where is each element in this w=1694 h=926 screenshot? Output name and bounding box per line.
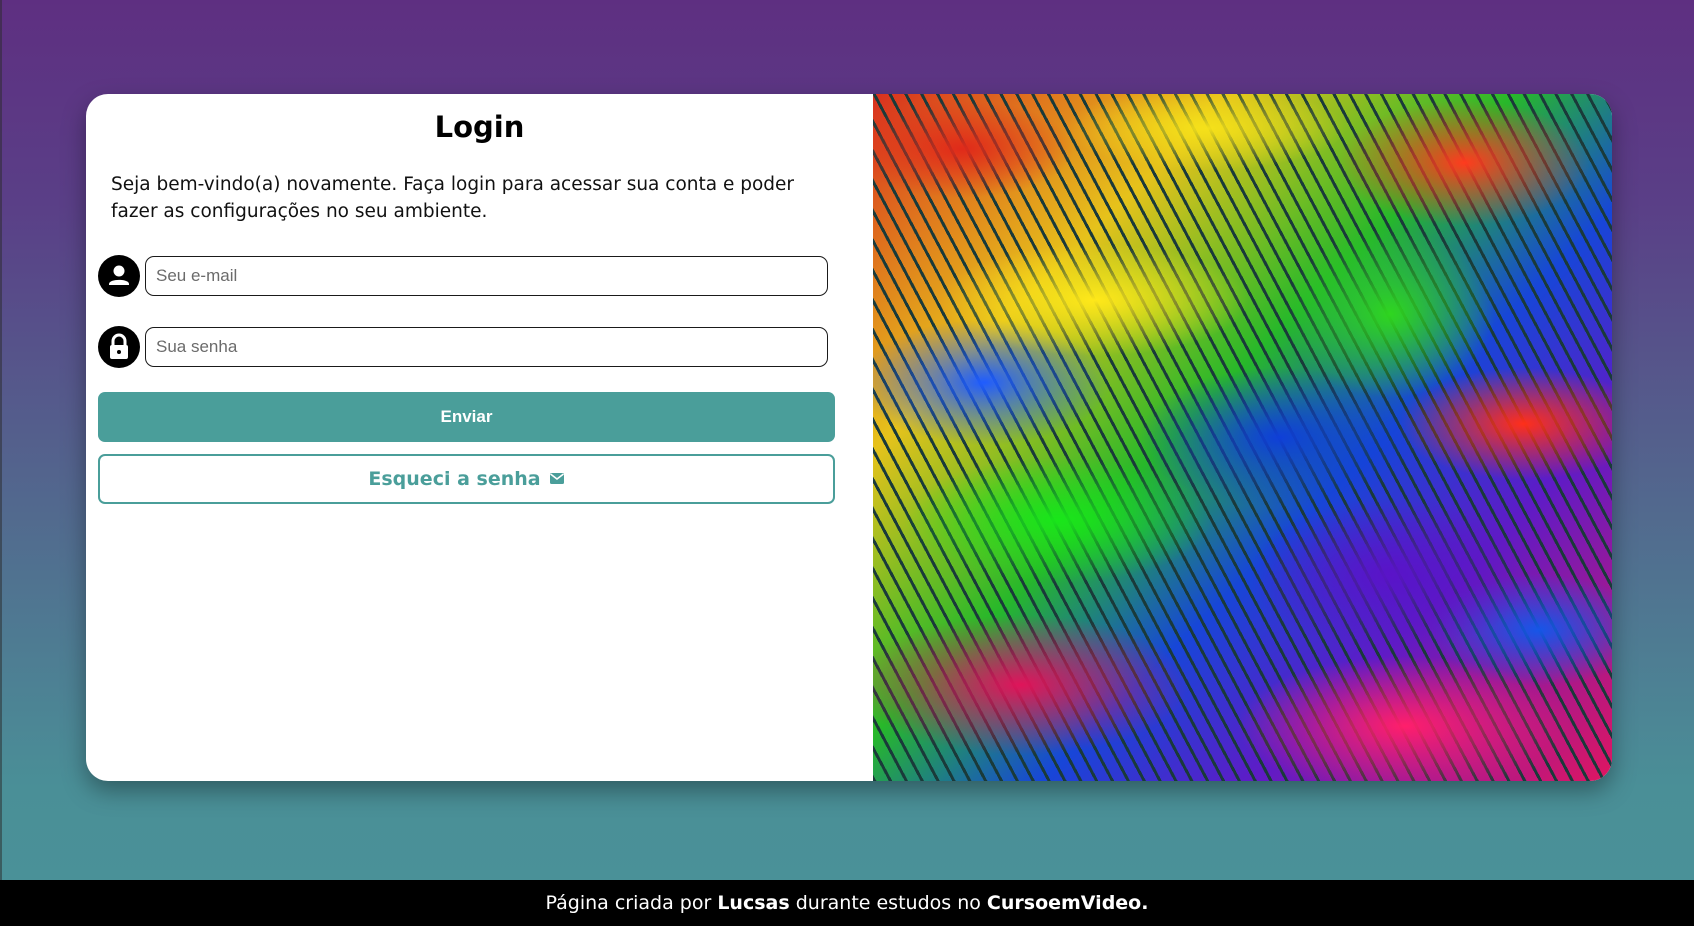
footer-author: Lucsas	[717, 892, 790, 914]
page-title: Login	[434, 110, 525, 144]
password-row	[98, 325, 838, 369]
password-input[interactable]	[145, 327, 828, 367]
forgot-password-button[interactable]: Esqueci a senha	[98, 454, 835, 504]
login-card: Login Seja bem-vindo(a) novamente. Faça …	[86, 94, 1612, 781]
welcome-text: Seja bem-vindo(a) novamente. Faça login …	[111, 174, 795, 222]
send-button[interactable]: Enviar	[98, 392, 835, 442]
email-row	[98, 254, 838, 298]
abstract-artwork-image	[873, 94, 1612, 781]
page-footer: Página criada por Lucsas durante estudos…	[0, 880, 1694, 926]
person-icon	[98, 255, 140, 297]
footer-middle: durante estudos no	[795, 892, 981, 914]
login-panel: Login Seja bem-vindo(a) novamente. Faça …	[86, 94, 873, 781]
footer-course: CursoemVideo.	[986, 892, 1149, 914]
email-input[interactable]	[145, 256, 828, 296]
window-edge	[0, 0, 2, 926]
footer-prefix: Página criada por	[545, 892, 712, 914]
forgot-password-label: Esqueci a senha	[368, 468, 541, 490]
mail-icon	[549, 472, 564, 484]
lock-icon	[98, 326, 140, 368]
